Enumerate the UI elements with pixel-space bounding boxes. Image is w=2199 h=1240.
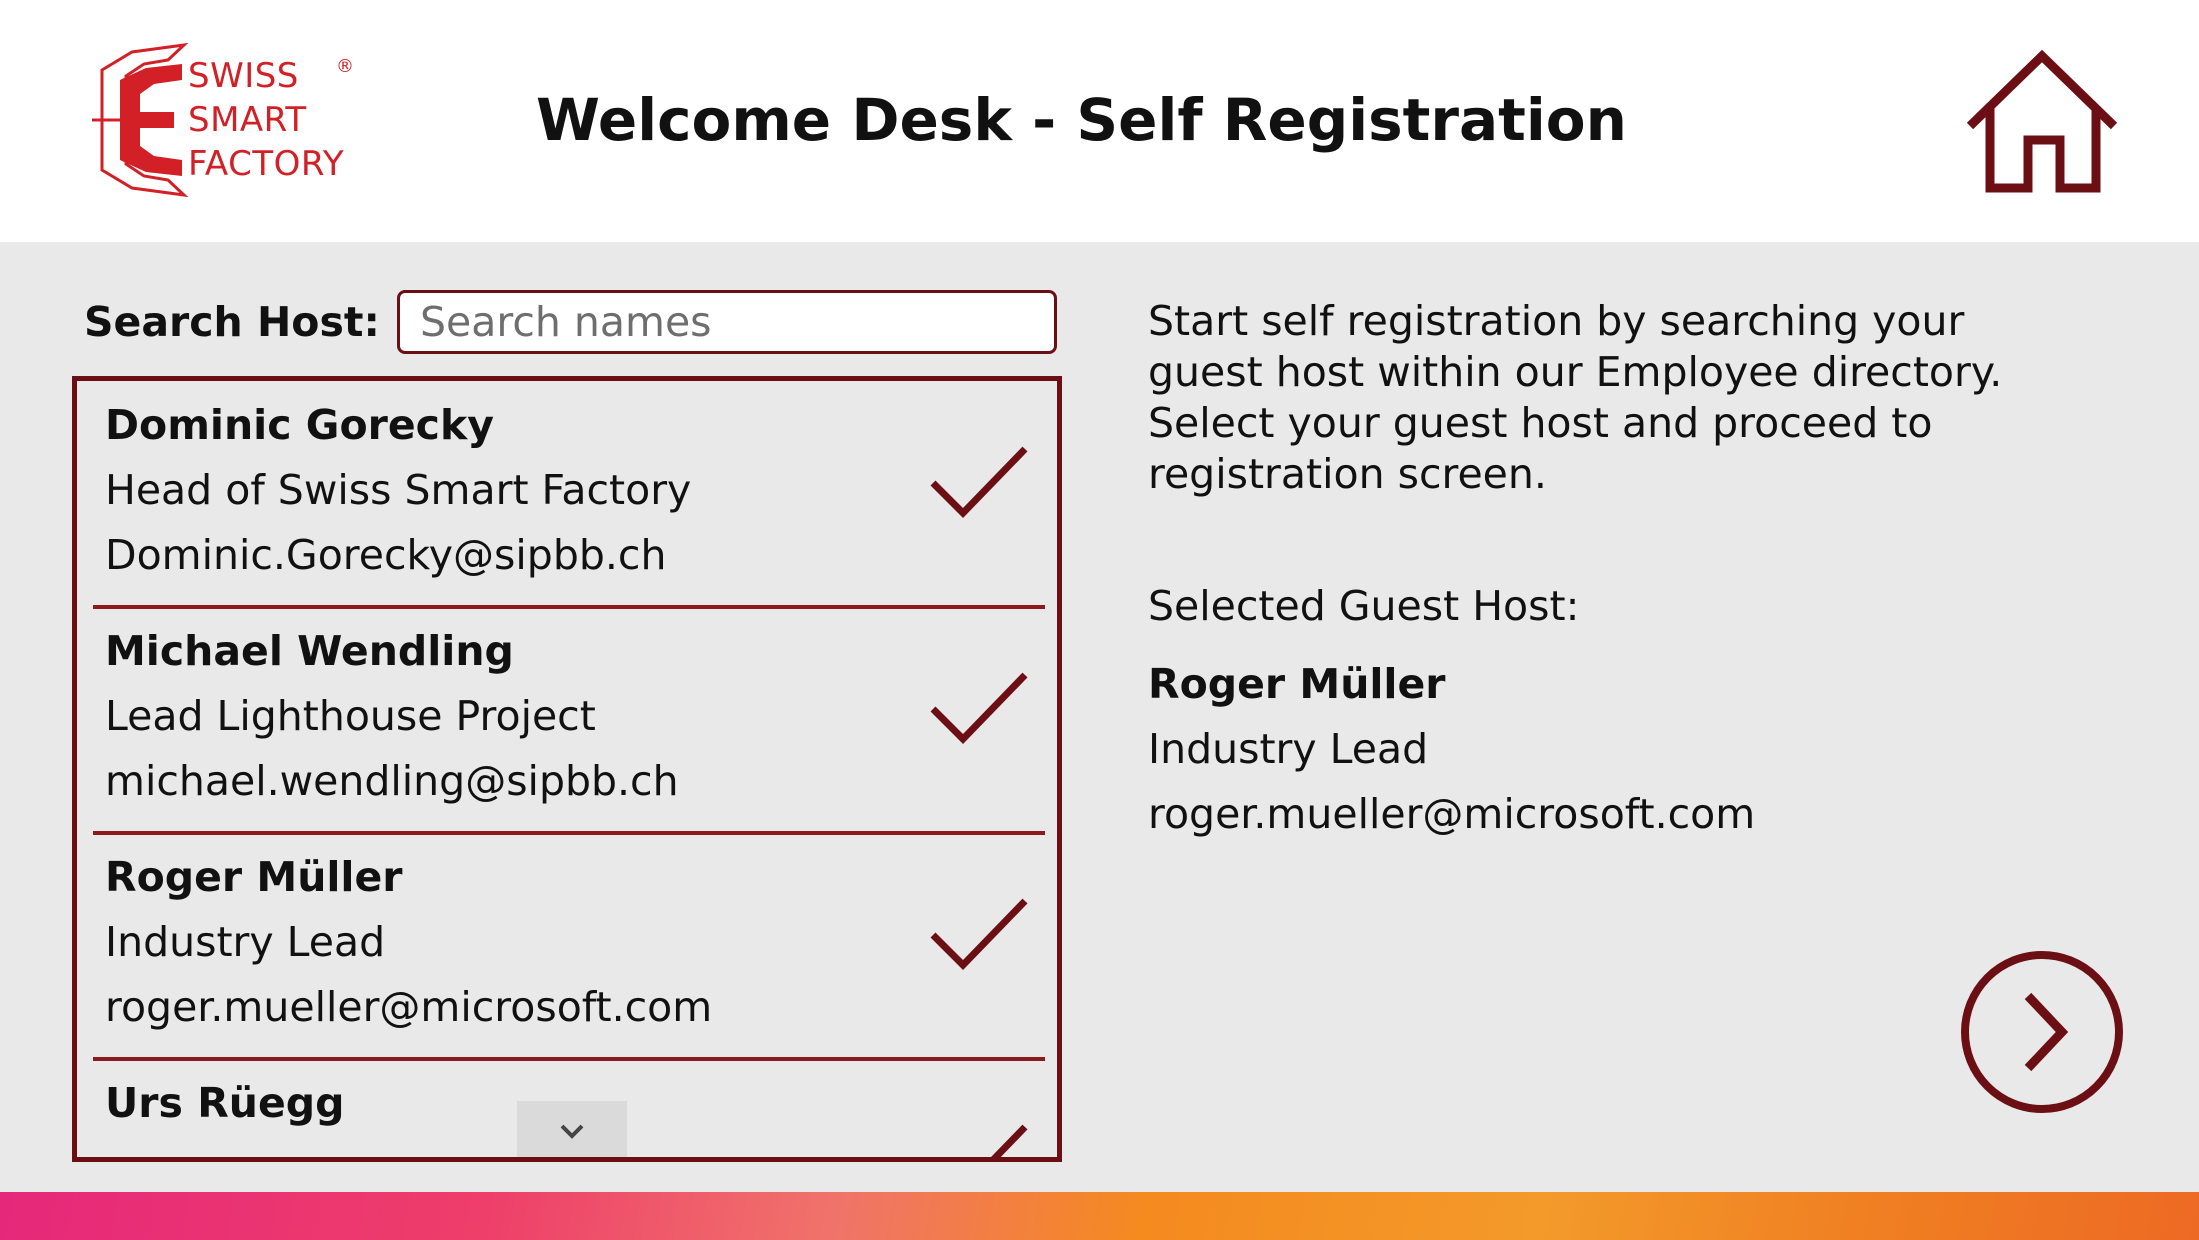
selected-host-email: roger.mueller@microsoft.com (1148, 790, 1756, 838)
host-list-item[interactable]: Michael Wendling Lead Lighthouse Project… (77, 607, 1057, 835)
footer-gradient-bar (0, 1192, 2199, 1240)
chevron-down-icon (560, 1124, 584, 1139)
host-name: Urs Rüegg (105, 1079, 345, 1127)
host-role: Industry Lead (105, 918, 386, 966)
check-icon[interactable] (929, 669, 1029, 745)
search-host-label: Search Host: (84, 298, 380, 346)
host-list[interactable]: Dominic Gorecky Head of Swiss Smart Fact… (72, 376, 1062, 1162)
host-role: Head of Swiss Smart Factory (105, 466, 692, 514)
logo-wordmark: SWISS SMART FACTORY (188, 54, 344, 186)
host-list-item[interactable]: Roger Müller Industry Lead roger.mueller… (77, 833, 1057, 1061)
next-button[interactable] (1958, 948, 2126, 1116)
host-role: Lead Lighthouse Project (105, 692, 596, 740)
home-icon (1966, 49, 2118, 193)
search-input[interactable] (397, 290, 1057, 354)
host-name: Roger Müller (105, 853, 403, 901)
logo-line-factory: FACTORY (188, 144, 345, 184)
selected-host-label: Selected Guest Host: (1148, 582, 1580, 630)
check-icon[interactable] (929, 895, 1029, 971)
host-list-item[interactable]: Dominic Gorecky Head of Swiss Smart Fact… (77, 381, 1057, 609)
app-header: SWISS SMART FACTORY ® Welcome Desk - Sel… (0, 0, 2199, 242)
host-email: michael.wendling@sipbb.ch (105, 757, 679, 805)
intro-text: Start self registration by searching you… (1148, 297, 2003, 498)
logo-line-swiss: SWISS (188, 56, 299, 96)
page-title: Welcome Desk - Self Registration (536, 86, 1627, 154)
host-name: Michael Wendling (105, 627, 514, 675)
scroll-down-button[interactable] (517, 1101, 627, 1157)
check-icon[interactable] (929, 1121, 1029, 1162)
selected-host-name: Roger Müller (1148, 660, 1446, 708)
logo-line-smart: SMART (188, 100, 307, 140)
swiss-smart-factory-logo: SWISS SMART FACTORY ® (92, 40, 362, 200)
registered-mark: ® (336, 56, 354, 77)
host-email: roger.mueller@microsoft.com (105, 983, 713, 1031)
host-email: Dominic.Gorecky@sipbb.ch (105, 531, 667, 579)
chevron-right-circle-icon (1961, 951, 2123, 1113)
selected-host-role: Industry Lead (1148, 725, 1429, 773)
host-name: Dominic Gorecky (105, 401, 494, 449)
check-icon[interactable] (929, 443, 1029, 519)
logo-mark-icon (92, 42, 189, 198)
home-button[interactable] (1964, 48, 2120, 196)
